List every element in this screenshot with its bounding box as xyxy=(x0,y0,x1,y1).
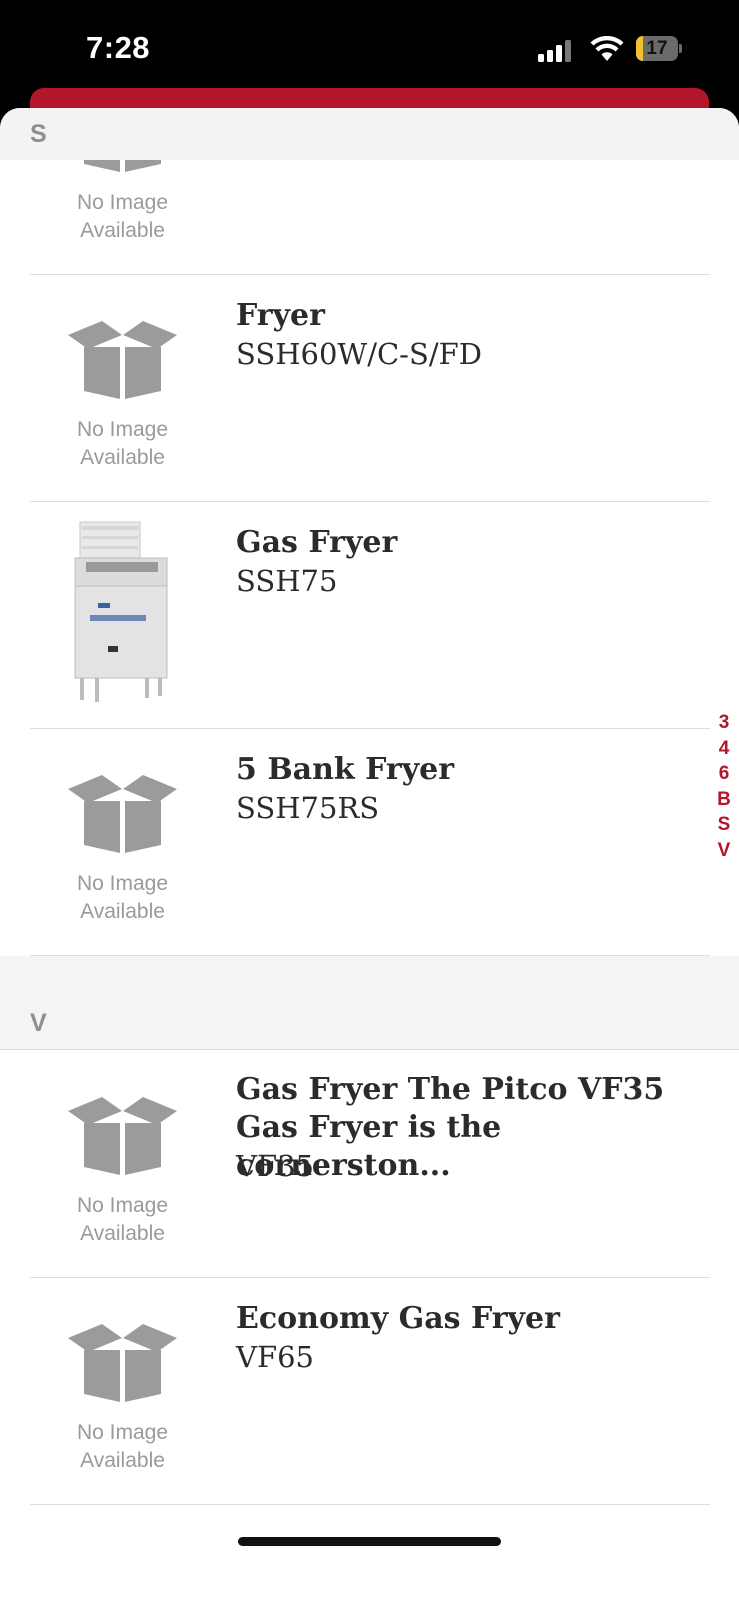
no-image-text: No Image Available xyxy=(76,1194,169,1245)
product-name: 5 Bank Fryer xyxy=(236,752,455,787)
fryer-photo-image xyxy=(74,521,168,702)
home-indicator[interactable] xyxy=(238,1537,501,1546)
box-placeholder-icon xyxy=(68,775,177,853)
product-thumbnail: No Image Available xyxy=(60,745,185,930)
no-image-text: No Image Available xyxy=(76,191,169,242)
list-item[interactable]: No Image Available Economy Gas Fryer VF65 xyxy=(30,1278,710,1505)
battery-icon: 17 xyxy=(636,36,682,61)
list-item[interactable]: Gas Fryer SSH75 xyxy=(30,502,710,729)
box-placeholder-icon xyxy=(68,1324,177,1402)
section-header-v: V xyxy=(0,956,739,1050)
product-name: Gas Fryer The Pitco VF35 xyxy=(236,1072,665,1107)
product-thumbnail: No Image Available xyxy=(60,1294,185,1479)
product-model: VF35 xyxy=(236,1149,314,1183)
index-letter-6[interactable]: 6 xyxy=(713,761,735,787)
no-image-text: No Image Available xyxy=(76,872,169,923)
product-name: Gas Fryer xyxy=(236,525,398,560)
index-letter-3[interactable]: 3 xyxy=(713,710,735,736)
section-index[interactable]: 3 4 6 B S V xyxy=(713,710,735,864)
list-item[interactable]: No Image Available Fryer SSH60W/C-S/FD xyxy=(30,275,710,502)
product-name: Economy Gas Fryer xyxy=(236,1301,560,1336)
battery-percentage: 17 xyxy=(646,38,668,59)
index-letter-b[interactable]: B xyxy=(713,787,735,813)
list-item[interactable]: No Image Available 5 Bank Fryer SSH75RS xyxy=(30,729,710,956)
product-model: SSH75RS xyxy=(236,791,380,825)
product-list-sheet[interactable]: S No Image Available No Image Available Fr… xyxy=(0,108,739,1600)
product-model: VF65 xyxy=(236,1340,314,1374)
section-header-sticky: S xyxy=(0,108,739,160)
product-name: Fryer xyxy=(236,298,325,333)
product-model: SSH75 xyxy=(236,564,338,598)
box-placeholder-icon xyxy=(68,321,177,399)
box-placeholder-icon xyxy=(68,1097,177,1175)
cellular-signal-icon xyxy=(538,38,574,62)
clock: 7:28 xyxy=(86,30,151,65)
no-image-text: No Image Available xyxy=(76,418,169,469)
product-model: SSH60W/C-S/FD xyxy=(236,337,482,371)
index-letter-v[interactable]: V xyxy=(713,838,735,864)
product-thumbnail: No Image Available xyxy=(60,1067,185,1252)
status-bar: 7:28 17 xyxy=(0,0,739,100)
wifi-icon xyxy=(590,36,624,61)
product-thumbnail xyxy=(60,518,185,703)
list-item[interactable]: No Image Available Gas Fryer The Pitco VF… xyxy=(30,1051,710,1278)
index-letter-s[interactable]: S xyxy=(713,812,735,838)
product-thumbnail: No Image Available xyxy=(60,291,185,476)
index-letter-4[interactable]: 4 xyxy=(713,736,735,762)
no-image-text: No Image Available xyxy=(76,1421,169,1472)
